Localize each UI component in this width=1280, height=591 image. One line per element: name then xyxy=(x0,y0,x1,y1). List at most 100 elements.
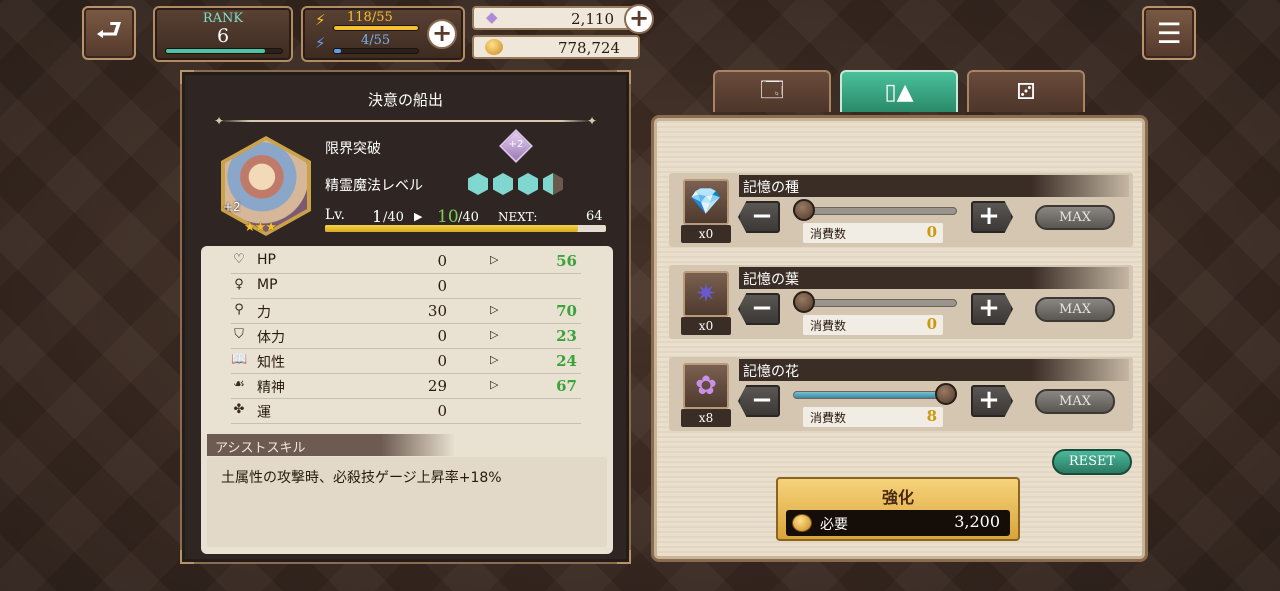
mana-bar xyxy=(333,48,419,54)
minus-icon: − xyxy=(751,293,773,323)
character-art xyxy=(225,140,307,232)
gold-box: 778,724 xyxy=(472,35,640,59)
next-value: 64 xyxy=(586,209,603,224)
spirit-level-hex-icon xyxy=(493,173,513,195)
stat-name: 運 xyxy=(257,405,271,421)
slider-knob[interactable] xyxy=(793,199,815,221)
assist-skill-text: 土属性の攻撃時、必殺技ゲージ上昇率+18% xyxy=(221,470,502,486)
max-button[interactable]: MAX xyxy=(1035,297,1115,322)
back-arrow-icon: ⮐ xyxy=(95,12,123,48)
material-name: 記憶の葉 xyxy=(743,272,799,288)
increase-button[interactable]: + xyxy=(971,293,1013,325)
enhance-button[interactable]: 強化 必要 3,200 xyxy=(776,477,1020,541)
level-new-max: /40 xyxy=(458,210,479,225)
stat-name: 精神 xyxy=(257,380,285,396)
consume-value: 8 xyxy=(926,407,937,425)
stat-base: 0 xyxy=(437,327,447,345)
assist-skill-header: アシストスキル xyxy=(207,434,455,456)
tab-profile[interactable]: 🗔 xyxy=(713,70,831,112)
heart-icon: ♡ xyxy=(233,252,245,267)
mana-icon: ⚡ xyxy=(315,34,326,52)
cost-value: 3,200 xyxy=(954,512,1000,531)
level-arrow-icon: ▶ xyxy=(414,210,423,223)
slider-knob[interactable] xyxy=(935,383,957,405)
rank-panel: RANK 6 xyxy=(153,6,293,62)
tab-enhance[interactable]: ▯▲ xyxy=(840,70,958,112)
shield-icon: ⛉ xyxy=(234,327,244,342)
stat-base: 0 xyxy=(437,277,447,295)
max-button[interactable]: MAX xyxy=(1035,205,1115,230)
consume-slider[interactable] xyxy=(793,299,957,307)
portrait-plus-badge: +2 xyxy=(223,200,241,214)
increase-button[interactable]: + xyxy=(971,385,1013,417)
title-divider xyxy=(220,120,591,122)
consume-box: 消費数 8 xyxy=(803,407,943,427)
menu-button[interactable]: ☰ xyxy=(1142,6,1196,60)
add-gems-button[interactable]: + xyxy=(624,4,654,34)
tab-skill[interactable]: ⚂ xyxy=(967,70,1085,112)
consume-box: 消費数 0 xyxy=(803,315,943,335)
need-label: 必要 xyxy=(820,517,848,533)
consume-slider[interactable] xyxy=(793,391,957,399)
gold-coin-icon xyxy=(485,39,503,55)
hamburger-menu-icon: ☰ xyxy=(1156,16,1182,50)
level-current-max: /40 xyxy=(383,210,404,225)
stat-base: 29 xyxy=(427,377,447,395)
material-item[interactable]: ✿ xyxy=(683,363,729,409)
corner-ornament xyxy=(180,550,194,564)
rarity-stars: ★★★ xyxy=(244,220,277,235)
stat-new: 56 xyxy=(556,252,577,270)
stat-row: ♡ HP 0 ▷ 56 xyxy=(231,250,581,274)
spirit-magic-label: 精霊魔法レベル xyxy=(325,178,423,194)
minus-icon: − xyxy=(751,201,773,231)
profile-card-icon: 🗔 xyxy=(760,78,784,103)
stat-arrow-icon: ▷ xyxy=(490,303,499,316)
crystal-icon: ◆ xyxy=(486,8,498,26)
consume-value: 0 xyxy=(926,315,937,333)
plus-icon: + xyxy=(978,201,1000,231)
spirit-level-hex-icon xyxy=(518,173,538,195)
plus-icon: + xyxy=(978,385,1000,415)
add-stamina-button[interactable]: + xyxy=(427,19,457,49)
gold-coin-icon xyxy=(792,514,812,532)
increase-button[interactable]: + xyxy=(971,201,1013,233)
spirit-icon: ☙ xyxy=(233,377,245,392)
rank-label: RANK xyxy=(202,11,244,26)
slider-knob[interactable] xyxy=(793,291,815,313)
material-row: 記憶の種 💎 x0 − + MAX 消費数 0 xyxy=(669,173,1133,247)
max-button[interactable]: MAX xyxy=(1035,389,1115,414)
decrease-button[interactable]: − xyxy=(738,385,780,417)
stat-new: 24 xyxy=(556,352,577,370)
enhance-label: 強化 xyxy=(881,488,914,507)
material-count: x0 xyxy=(681,317,731,335)
reset-button[interactable]: RESET xyxy=(1052,449,1132,475)
corner-ornament xyxy=(180,70,194,84)
consume-slider[interactable] xyxy=(793,207,957,215)
stat-new: 23 xyxy=(556,327,577,345)
material-name: 記憶の花 xyxy=(743,364,799,380)
minus-icon: − xyxy=(751,385,773,415)
back-button[interactable]: ⮐ xyxy=(82,6,136,60)
consume-label: 消費数 xyxy=(810,227,847,241)
level-new: 10 xyxy=(437,207,459,227)
stat-name: MP xyxy=(257,277,278,293)
material-item[interactable]: 💎 xyxy=(683,179,729,225)
plus-icon: + xyxy=(978,293,1000,323)
decrease-button[interactable]: − xyxy=(738,201,780,233)
consume-value: 0 xyxy=(926,223,937,241)
material-row: 記憶の花 ✿ x8 − + MAX 消費数 8 xyxy=(669,357,1133,431)
consume-label: 消費数 xyxy=(810,319,847,333)
material-row: 記憶の葉 ✷ x0 − + MAX 消費数 0 xyxy=(669,265,1133,339)
card-upgrade-icon: ▯▲ xyxy=(884,79,914,105)
stat-base: 0 xyxy=(437,402,447,420)
spirit-level-half-hex-icon xyxy=(543,173,563,195)
decrease-button[interactable]: − xyxy=(738,293,780,325)
stat-name: 知性 xyxy=(257,355,285,371)
stat-row: ☙ 精神 29 ▷ 67 xyxy=(231,375,581,399)
stat-row: ⛉ 体力 0 ▷ 23 xyxy=(231,325,581,349)
stat-name: 力 xyxy=(257,305,271,321)
level-current: 1 xyxy=(372,207,383,226)
material-item[interactable]: ✷ xyxy=(683,271,729,317)
stat-base: 0 xyxy=(437,352,447,370)
memory-seed-icon: 💎 xyxy=(689,187,723,217)
